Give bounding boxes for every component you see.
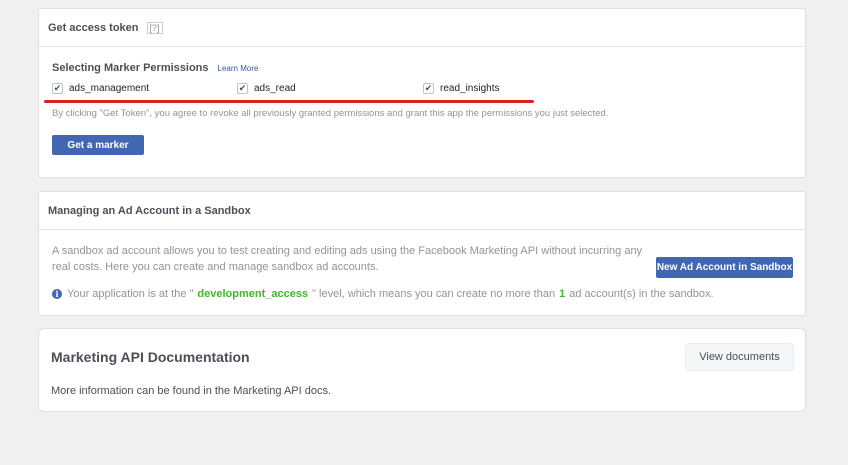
new-sandbox-account-button[interactable]: New Ad Account in Sandbox [656, 257, 793, 278]
permission-read-insights[interactable]: ✔ read_insights [423, 83, 499, 94]
permission-label: ads_management [69, 83, 150, 94]
documentation-panel: Marketing API Documentation View documen… [38, 328, 806, 412]
permissions-section-title: Selecting Marker Permissions Learn More [52, 62, 258, 74]
checkbox-checked-icon[interactable]: ✔ [52, 83, 63, 94]
sandbox-description: A sandbox ad account allows you to test … [52, 245, 643, 273]
docs-description: More information can be found in the Mar… [51, 385, 332, 397]
panel-title: Get access token [48, 21, 139, 34]
permission-ads-management[interactable]: ✔ ads_management [52, 83, 149, 94]
get-marker-button[interactable]: Get a marker [52, 135, 144, 155]
permission-ads-read[interactable]: ✔ ads_read [237, 83, 296, 94]
highlight-underline [44, 100, 534, 103]
checkbox-checked-icon[interactable]: ✔ [423, 83, 434, 94]
checkbox-checked-icon[interactable]: ✔ [237, 83, 248, 94]
consent-note: By clicking "Get Token", you agree to re… [52, 108, 609, 119]
access-level-info: i Your application is at the " developme… [52, 288, 714, 300]
section-title-text: Selecting Marker Permissions [52, 62, 209, 74]
level-middle: " level, which means you can create no m… [312, 288, 556, 300]
level-suffix: ad account(s) in the sandbox. [569, 288, 714, 300]
view-documents-button[interactable]: View documents [685, 343, 794, 371]
level-count: 1 [559, 288, 566, 300]
info-icon: i [52, 289, 62, 299]
panel-title: Managing an Ad Account in a Sandbox [48, 204, 251, 217]
level-value: development_access [197, 288, 309, 300]
docs-title: Marketing API Documentation [51, 349, 250, 365]
permission-label: ads_read [254, 83, 296, 94]
learn-more-link[interactable]: Learn More [218, 64, 259, 73]
help-icon[interactable]: [?] [146, 21, 163, 34]
level-prefix: Your application is at the " [67, 288, 194, 300]
sandbox-panel: Managing an Ad Account in a Sandbox A sa… [38, 191, 806, 316]
panel-header: Managing an Ad Account in a Sandbox [39, 192, 805, 230]
access-token-panel: Get access token [?] Selecting Marker Pe… [38, 8, 806, 178]
panel-header: Get access token [?] [39, 9, 805, 47]
permission-label: read_insights [440, 83, 500, 94]
